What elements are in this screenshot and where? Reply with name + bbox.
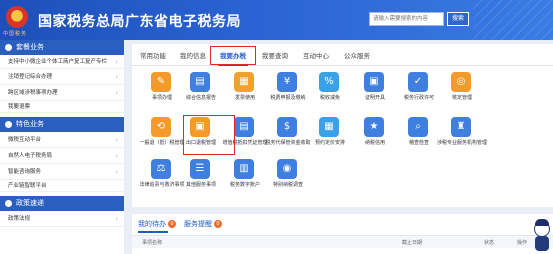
tab-bar: 常用功能 我的信息 我要办税 我要查询 互动中心 公众服务 [132, 44, 553, 66]
table-header: 事项名称 截止日期 状态 操作 [132, 235, 553, 248]
function-item[interactable]: ▤ 综合信息报告 [178, 72, 224, 114]
function-item-label: 核定管理 [451, 95, 472, 101]
emblem-text: 中国税务 [3, 31, 28, 37]
header-pattern [473, 0, 553, 40]
sidebar-section-packages[interactable]: 套餐业务 [0, 40, 124, 55]
funds-icon: $ [277, 117, 297, 137]
tab-query[interactable]: 我要查询 [262, 50, 288, 60]
tab-interaction[interactable]: 互动中心 [303, 50, 329, 60]
function-item[interactable]: ▥ 税务数字账户 [222, 159, 268, 201]
tab-service-reminder[interactable]: 服务提醒 0 [184, 219, 222, 229]
sidebar-item[interactable]: 产业链智联平台 [0, 180, 124, 192]
sidebar-item[interactable]: 注销登记综合办理 › [0, 69, 124, 85]
function-item[interactable]: ¥ 税费申报及缴纳 [265, 72, 311, 114]
reduction-icon: % [319, 72, 339, 92]
function-item[interactable]: ★ 纳税信用 [352, 117, 398, 159]
site-header: 中国税务 国家税务总局广东省电子税务局 搜索 [0, 0, 553, 40]
tax-return-icon: ¥ [277, 72, 297, 92]
sidebar-section-features[interactable]: 特色业务 [0, 117, 124, 132]
column-header: 操作 [517, 240, 528, 246]
document-icon: ▤ [190, 72, 210, 92]
chevron-right-icon: › [115, 215, 118, 223]
function-item[interactable]: ⌕ 稽查检查 [396, 117, 442, 159]
tab-my-info[interactable]: 我的信息 [180, 50, 206, 60]
function-item[interactable]: $ 税务代保管资金收取 [265, 117, 311, 159]
tax-emblem-icon [6, 6, 28, 28]
bottom-tab-indicator [138, 231, 168, 233]
agency-icon: ♜ [451, 117, 471, 137]
tab-highlight-box [210, 46, 256, 65]
function-item[interactable]: ☰ 其他服务事项 [178, 159, 224, 201]
sidebar: 套餐业务 支持中小微企业个体工商户复工复产专栏 › 注销登记综合办理 › 跨区域涉税… [0, 40, 124, 254]
voucher-icon: ▤ [234, 117, 254, 137]
megaphone-icon [5, 200, 12, 207]
column-header: 状态 [484, 240, 495, 246]
package-icon [5, 44, 12, 51]
function-item-label: 涉税专业服务机构管理 [436, 140, 487, 146]
chevron-right-icon: › [115, 136, 118, 144]
tab-common[interactable]: 常用功能 [140, 50, 166, 60]
verify-icon: ◎ [451, 72, 471, 92]
sidebar-item[interactable]: 支持中小微企业个体工商户复工复产专栏 › [0, 55, 124, 69]
inspection-icon: ⌕ [408, 117, 428, 137]
function-item-label: 特别纳税调查 [272, 182, 303, 188]
sidebar-item[interactable]: 微税互动平台 › [0, 132, 124, 148]
service-icon: ☰ [190, 159, 210, 179]
calendar-icon: ▦ [319, 117, 339, 137]
sidebar-item[interactable]: 我要退票 [0, 101, 124, 113]
todo-count-badge: 0 [168, 220, 176, 228]
sidebar-item[interactable]: 智能咨询服务 › [0, 164, 124, 180]
item-highlight-box [183, 115, 235, 155]
function-item[interactable]: ▦ 发票使用 [222, 72, 268, 114]
search-button[interactable]: 搜索 [447, 12, 469, 26]
mascot-icon[interactable] [533, 219, 551, 251]
chevron-right-icon: › [115, 73, 118, 81]
function-item[interactable]: ◎ 核定管理 [439, 72, 485, 114]
site-title: 国家税务总局广东省电子税务局 [38, 14, 241, 30]
column-header: 截止日期 [402, 240, 423, 246]
chevron-right-icon: › [115, 168, 118, 176]
tab-my-todo[interactable]: 我的待办 0 [138, 219, 176, 229]
sidebar-item[interactable]: 跨区域涉税事项办理 › [0, 85, 124, 101]
investigation-icon: ◉ [277, 159, 297, 179]
function-item[interactable]: ▦ 预约定价安排 [307, 117, 353, 159]
credit-icon: ★ [364, 117, 384, 137]
search-input[interactable] [369, 12, 444, 26]
todo-panel: 我的待办 0 服务提醒 0 事项名称 截止日期 状态 操作 [132, 214, 553, 254]
function-item[interactable]: ♜ 涉税专业服务机构管理 [437, 117, 487, 159]
invoice-icon: ▦ [234, 72, 254, 92]
law-icon: ⚖ [151, 159, 171, 179]
chevron-right-icon: › [115, 152, 118, 160]
certificate-icon: ▣ [364, 72, 384, 92]
chevron-right-icon: › [115, 58, 118, 66]
tab-public-service[interactable]: 公众服务 [344, 50, 370, 60]
sidebar-item[interactable]: 自然人电子税务局 › [0, 148, 124, 164]
function-item[interactable]: % 税收减免 [307, 72, 353, 114]
function-item[interactable]: ◉ 特别纳税调查 [265, 159, 311, 201]
reminder-count-badge: 0 [214, 220, 222, 228]
license-icon: ✓ [408, 72, 428, 92]
refund-icon: ⟲ [151, 117, 171, 137]
function-item[interactable]: ✓ 税务行政许可 [396, 72, 442, 114]
sidebar-item[interactable]: 政策法规 › [0, 211, 124, 227]
star-icon [5, 121, 12, 128]
pencil-icon: ✎ [151, 72, 171, 92]
account-icon: ▥ [234, 159, 254, 179]
function-item[interactable]: ▣ 证明开具 [352, 72, 398, 114]
column-header: 事项名称 [142, 240, 163, 246]
chevron-right-icon: › [115, 89, 118, 97]
sidebar-section-policy[interactable]: 政策速递 [0, 196, 124, 211]
